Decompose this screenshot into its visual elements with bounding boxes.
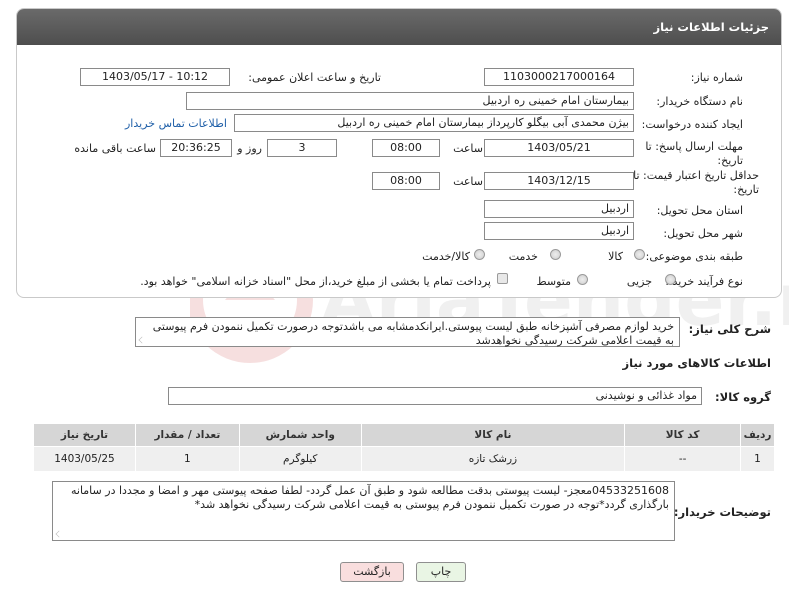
col-header-row-number: ردیف (740, 423, 775, 447)
category-goods-radio[interactable] (634, 249, 645, 260)
deadline-time-label: ساعت (453, 142, 483, 155)
announce-label: تاریخ و ساعت اعلان عمومی: (248, 71, 381, 84)
buyer-org-label: نام دستگاه خریدار: (656, 95, 743, 108)
cell-unit: کیلوگرم (238, 446, 362, 472)
resize-handle-icon[interactable] (138, 336, 146, 344)
treasury-payment-checkbox[interactable] (497, 273, 508, 284)
deadline-date-field[interactable]: 1403/05/21 (484, 139, 634, 157)
treasury-payment-note: پرداخت تمام یا بخشی از مبلغ خرید،از محل … (140, 275, 491, 288)
process-medium-label: متوسط (536, 275, 571, 288)
days-label: روز و (237, 142, 262, 155)
validity-time-field[interactable]: 08:00 (372, 172, 440, 190)
creator-label: ایجاد کننده درخواست: (641, 118, 743, 131)
city-label: شهر محل تحویل: (663, 227, 743, 240)
announce-datetime-field[interactable]: 1403/05/17 - 10:12 (80, 68, 230, 86)
category-service-radio[interactable] (550, 249, 561, 260)
panel-title: جزئیات اطلاعات نیاز (17, 9, 781, 45)
goods-group-field[interactable]: مواد غذائی و نوشیدنی (168, 387, 702, 405)
deadline-time-field[interactable]: 08:00 (372, 139, 440, 157)
back-button[interactable]: بازگشت (340, 562, 404, 582)
need-number-label: شماره نیاز: (690, 71, 743, 84)
contact-info-link[interactable]: اطلاعات تماس خریدار (125, 117, 227, 130)
process-medium-radio[interactable] (577, 274, 588, 285)
validity-date-field[interactable]: 1403/12/15 (484, 172, 634, 190)
items-table: ردیف کد کالا نام کالا واحد شمارش تعداد /… (33, 423, 775, 472)
col-header-unit: واحد شمارش (238, 423, 362, 447)
description-textarea[interactable]: خرید لوازم مصرفی آشپزخانه طبق لیست پیوست… (135, 317, 680, 347)
validity-label: حداقل تاریخ اعتبار قیمت: تا تاریخ: (633, 169, 759, 196)
remaining-time-field[interactable]: 20:36:25 (160, 139, 232, 157)
validity-time-label: ساعت (453, 175, 483, 188)
category-goods-label: کالا (608, 250, 623, 263)
category-service-label: خدمت (508, 250, 538, 263)
col-header-quantity: تعداد / مقدار (134, 423, 240, 447)
col-header-need-date: تاریخ نیاز (33, 423, 136, 447)
col-header-item-name: نام کالا (360, 423, 626, 447)
process-minor-label: جزیی (626, 275, 652, 288)
province-label: استان محل تحویل: (656, 204, 743, 217)
col-header-item-code: کد کالا (624, 423, 742, 447)
need-number-field[interactable]: 1103000217000164 (484, 68, 634, 86)
buyer-notes-label: توضیحات خریدار: (673, 505, 771, 519)
category-label: طبقه بندی موضوعی: (645, 250, 743, 263)
deadline-label: مهلت ارسال پاسخ: تا تاریخ: (645, 140, 743, 167)
table-header-row: ردیف کد کالا نام کالا واحد شمارش تعداد /… (33, 423, 775, 447)
print-button[interactable]: چاپ (416, 562, 466, 582)
buyer-org-field[interactable]: بیمارستان امام خمینی ره اردبیل (186, 92, 634, 110)
province-field[interactable]: اردبیل (484, 200, 634, 218)
cell-row-number: 1 (740, 446, 775, 472)
table-row[interactable]: 1 -- زرشک تازه کیلوگرم 1 1403/05/25 (33, 446, 775, 472)
description-text: خرید لوازم مصرفی آشپزخانه طبق لیست پیوست… (152, 320, 674, 347)
resize-handle-icon[interactable] (55, 530, 63, 538)
description-label: شرح کلی نیاز: (688, 322, 771, 336)
city-field[interactable]: اردبیل (484, 222, 634, 240)
process-label: نوع فرآیند خرید : (665, 275, 743, 288)
buyer-notes-text: 04533251608معجز- لیست پیوستی بدقت مطالعه… (70, 484, 669, 511)
cell-quantity: 1 (134, 446, 240, 472)
buyer-notes-textarea[interactable]: 04533251608معجز- لیست پیوستی بدقت مطالعه… (52, 481, 675, 541)
remaining-time-label: ساعت باقی مانده (74, 142, 156, 155)
process-minor-radio[interactable] (665, 274, 676, 285)
cell-need-date: 1403/05/25 (33, 446, 136, 472)
category-goods-service-label: کالا/خدمت (422, 250, 470, 263)
cell-item-code: -- (624, 446, 742, 472)
days-remaining-field[interactable]: 3 (267, 139, 337, 157)
creator-field[interactable]: بیژن محمدی آبی بیگلو کارپرداز بیمارستان … (234, 114, 634, 132)
category-goods-service-radio[interactable] (474, 249, 485, 260)
goods-section-title: اطلاعات کالاهای مورد نیاز (622, 356, 771, 370)
goods-group-label: گروه کالا: (715, 390, 771, 404)
cell-item-name: زرشک تازه (360, 446, 626, 472)
